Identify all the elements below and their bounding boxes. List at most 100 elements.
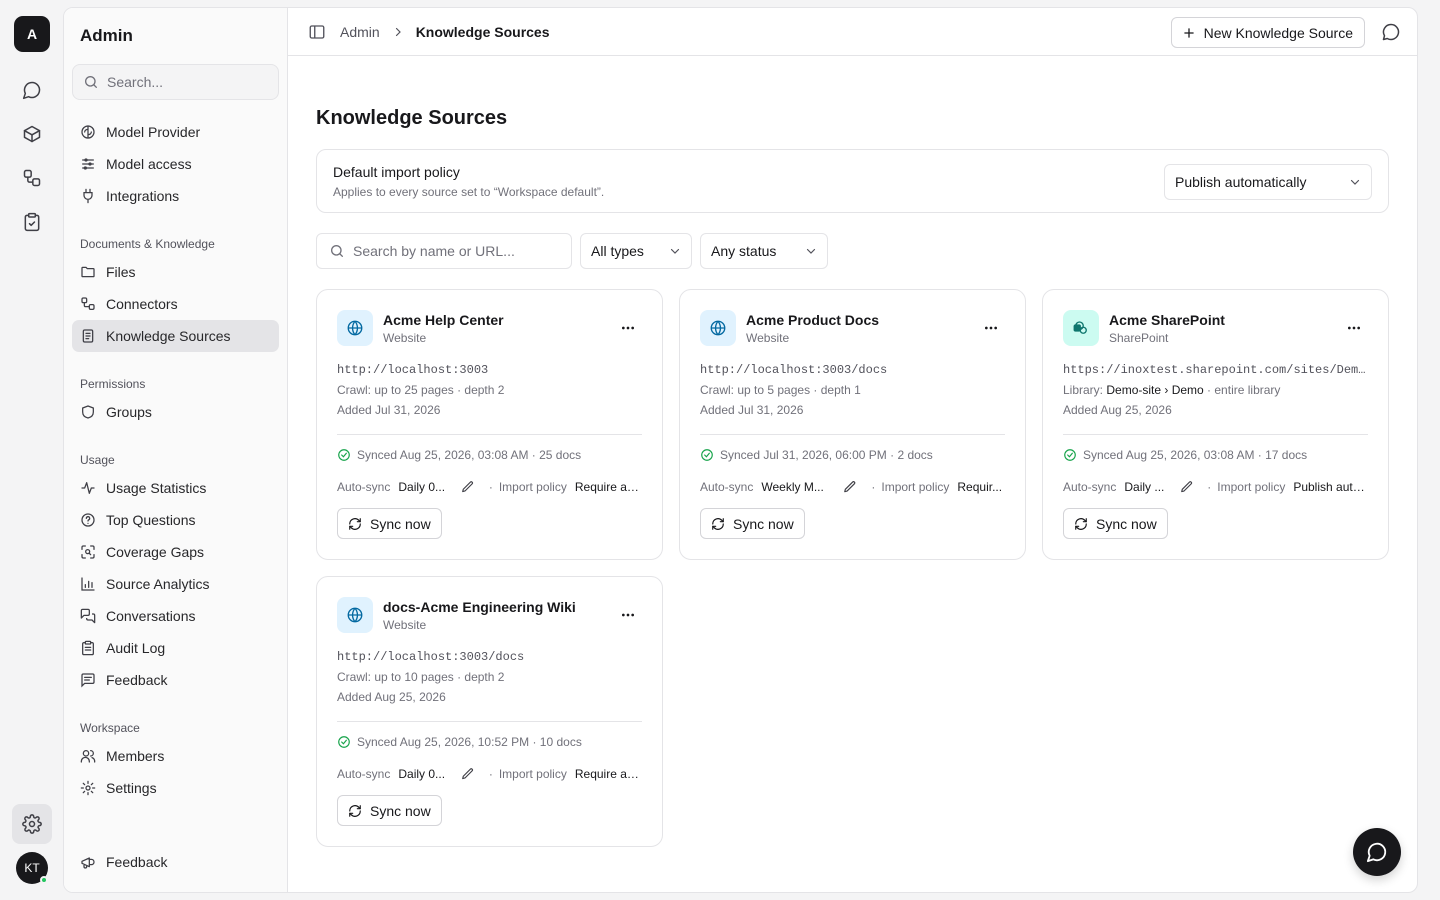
sidebar-item-files[interactable]: Files	[72, 256, 279, 288]
card-settings-row: Auto-sync Daily 0... · Import policy Req…	[337, 480, 642, 494]
source-name[interactable]: docs-Acme Engineering Wiki	[383, 599, 576, 615]
card-divider	[700, 434, 1005, 435]
autosync-value: Daily 0...	[398, 480, 446, 494]
source-name[interactable]: Acme Product Docs	[746, 312, 879, 328]
pencil-icon[interactable]	[461, 480, 475, 494]
sidebar-item-audit-log[interactable]: Audit Log	[72, 632, 279, 664]
clipboard-check-icon[interactable]	[14, 204, 50, 240]
sidebar-search-input[interactable]	[107, 74, 267, 90]
sidebar-item-settings[interactable]: Settings	[72, 772, 279, 804]
sidebar-item-feedback[interactable]: Feedback	[72, 664, 279, 696]
more-horizontal-icon[interactable]	[983, 320, 999, 336]
card-settings-row: Auto-sync Weekly M... · Import policy Re…	[700, 480, 1005, 494]
new-knowledge-source-button[interactable]: New Knowledge Source	[1170, 17, 1365, 48]
separator-dot: ·	[488, 767, 493, 781]
refresh-icon	[712, 517, 724, 530]
sidebar-item-conversations[interactable]: Conversations	[72, 600, 279, 632]
sync-now-label: Sync now	[370, 515, 431, 532]
sidebar-item-coverage-gaps[interactable]: Coverage Gaps	[72, 536, 279, 568]
card-divider	[337, 721, 642, 722]
import-policy-label: Import policy	[498, 767, 567, 781]
avatar[interactable]: KT	[16, 852, 48, 884]
card-divider	[1063, 434, 1368, 435]
pencil-icon[interactable]	[1180, 480, 1194, 494]
main-content: Knowledge Sources Default import policy …	[288, 57, 1417, 892]
sidebar-item-knowledge-sources[interactable]: Knowledge Sources	[72, 320, 279, 352]
sidebar-toggle-icon[interactable]	[308, 23, 326, 41]
sidebar-item-model-provider[interactable]: Model Provider	[72, 116, 279, 148]
sidebar-item-top-questions[interactable]: Top Questions	[72, 504, 279, 536]
more-horizontal-icon[interactable]	[620, 607, 636, 623]
workspace-logo[interactable]: A	[14, 16, 50, 52]
sidebar-item-label: Feedback	[106, 854, 168, 870]
sidebar-item-usage-statistics[interactable]: Usage Statistics	[72, 472, 279, 504]
status-filter-select[interactable]: Any status	[700, 233, 828, 269]
sync-now-button[interactable]: Sync now	[337, 795, 442, 826]
source-search[interactable]	[316, 233, 572, 269]
source-search-input[interactable]	[353, 243, 553, 259]
sync-now-button[interactable]: Sync now	[337, 508, 442, 539]
sync-now-button[interactable]: Sync now	[1063, 508, 1168, 539]
sidebar-item-label: Coverage Gaps	[106, 544, 205, 560]
import-policy-value[interactable]: Requir...	[957, 480, 1002, 494]
sidebar-footer-feedback[interactable]: Feedback	[72, 846, 279, 878]
source-url: http://localhost:3003	[337, 363, 489, 377]
source-type: Website	[383, 331, 427, 345]
source-card-engineering-wiki[interactable]: docs-Acme Engineering Wiki Website http:…	[316, 576, 663, 847]
import-policy-label: Import policy	[881, 480, 950, 494]
box-icon[interactable]	[14, 116, 50, 152]
sync-now-button[interactable]: Sync now	[700, 508, 805, 539]
source-card-acme-sharepoint[interactable]: Acme SharePoint SharePoint https://inoxt…	[1042, 289, 1389, 560]
workflow-icon[interactable]	[14, 160, 50, 196]
globe-icon	[337, 597, 373, 633]
pencil-icon[interactable]	[461, 767, 475, 781]
activity-icon	[81, 482, 95, 494]
import-policy-select[interactable]: Publish automatically	[1164, 164, 1372, 200]
default-import-policy-panel: Default import policy Applies to every s…	[316, 149, 1389, 213]
sync-now-label: Sync now	[733, 515, 794, 532]
plug-icon	[83, 188, 93, 204]
import-policy-value[interactable]: Publish auto...	[1293, 480, 1368, 494]
gear-icon	[80, 780, 96, 796]
source-added-date: Added Jul 31, 2026	[337, 403, 441, 417]
online-status-dot	[40, 876, 48, 884]
more-horizontal-icon[interactable]	[1346, 320, 1362, 336]
chat-assistant-button[interactable]	[1353, 828, 1401, 876]
brain-icon	[81, 125, 95, 139]
source-name[interactable]: Acme Help Center	[383, 312, 504, 328]
sync-status-text: Synced Aug 25, 2026, 03:08 AM · 17 docs	[1083, 448, 1308, 462]
type-filter-select[interactable]: All types	[580, 233, 692, 269]
help-circle-icon	[81, 513, 95, 527]
source-card-acme-help-center[interactable]: Acme Help Center Website http://localhos…	[316, 289, 663, 560]
sidebar-item-groups[interactable]: Groups	[72, 396, 279, 428]
source-card-acme-product-docs[interactable]: Acme Product Docs Website http://localho…	[679, 289, 1026, 560]
sidebar-title: Admin	[80, 26, 133, 45]
library-path: Demo-site › Demo	[1106, 383, 1204, 397]
breadcrumb-admin[interactable]: Admin	[340, 24, 380, 40]
more-horizontal-icon[interactable]	[620, 320, 636, 336]
search-icon	[85, 76, 97, 88]
policy-title: Default import policy	[333, 164, 460, 180]
sidebar-item-label: Conversations	[106, 608, 196, 624]
workflow-icon	[81, 297, 95, 310]
sidebar-search[interactable]	[72, 64, 279, 100]
app-frame: Admin Model Provider Model access Integr…	[63, 7, 1418, 893]
sidebar-item-model-access[interactable]: Model access	[72, 148, 279, 180]
source-url: http://localhost:3003/docs	[700, 363, 888, 377]
sidebar-item-connectors[interactable]: Connectors	[72, 288, 279, 320]
source-added-date: Added Jul 31, 2026	[700, 403, 804, 417]
import-policy-value[interactable]: Require ap...	[575, 767, 642, 781]
sidebar-item-source-analytics[interactable]: Source Analytics	[72, 568, 279, 600]
pencil-icon[interactable]	[843, 480, 857, 494]
import-policy-label: Import policy	[1217, 480, 1286, 494]
sidebar-item-integrations[interactable]: Integrations	[72, 180, 279, 212]
chat-bubble-icon[interactable]	[1381, 22, 1401, 42]
sidebar-item-members[interactable]: Members	[72, 740, 279, 772]
import-policy-value[interactable]: Require ap...	[575, 480, 642, 494]
chat-icon[interactable]	[14, 72, 50, 108]
sync-status: Synced Aug 25, 2026, 03:08 AM · 25 docs	[337, 448, 581, 462]
sidebar-group-documents: Documents & Knowledge	[80, 237, 215, 251]
gear-icon[interactable]	[12, 804, 52, 844]
sidebar-item-label: Connectors	[106, 296, 178, 312]
source-name[interactable]: Acme SharePoint	[1109, 312, 1225, 328]
